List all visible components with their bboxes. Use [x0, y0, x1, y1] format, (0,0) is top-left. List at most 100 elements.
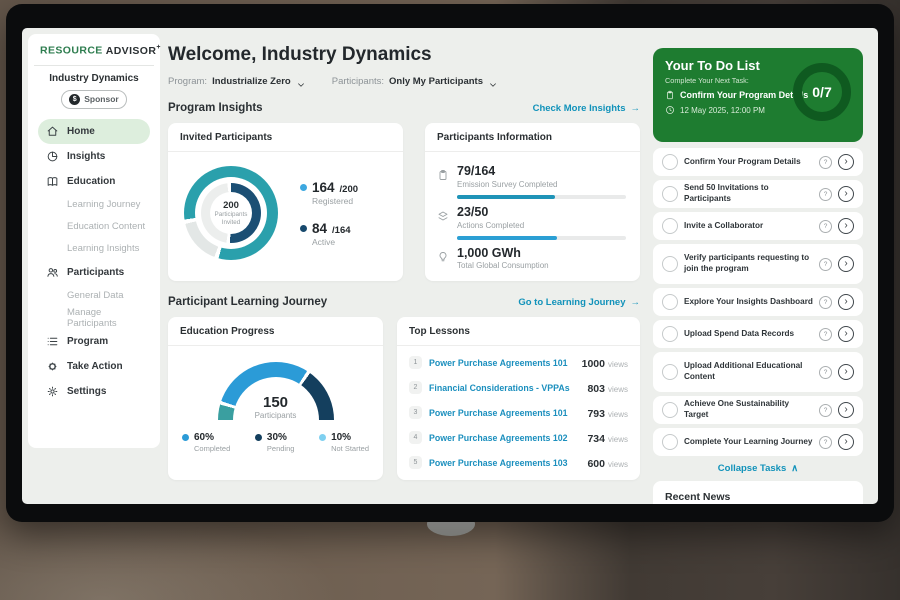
sidebar-item-insights[interactable]: Insights	[38, 144, 150, 169]
sponsor-label: Sponsor	[84, 94, 118, 104]
lesson-row: 1 Power Purchase Agreements 101 1000view…	[409, 350, 628, 375]
gear-icon	[46, 385, 59, 398]
link-label: Go to Learning Journey	[518, 297, 625, 308]
task-list: Confirm Your Program Details ? › Send 50…	[653, 148, 863, 456]
task-checkbox[interactable]	[662, 186, 678, 202]
program-label: Program:	[168, 76, 207, 87]
task-label: Send 50 Invitations to Participants	[684, 183, 813, 204]
sidebar-item-settings[interactable]: Settings	[38, 379, 150, 404]
check-more-insights-link[interactable]: Check More Insights →	[533, 103, 640, 114]
help-icon[interactable]: ?	[819, 404, 832, 417]
task-checkbox[interactable]	[662, 154, 678, 170]
help-icon[interactable]: ?	[819, 188, 832, 201]
lesson-rank: 1	[409, 356, 422, 369]
legend-item-registered: 164 /200 Registered	[300, 180, 358, 206]
chevron-right-icon[interactable]: ›	[838, 364, 854, 380]
task-checkbox[interactable]	[662, 294, 678, 310]
task-row[interactable]: Verify participants requesting to join t…	[653, 244, 863, 284]
task-checkbox[interactable]	[662, 256, 678, 272]
task-label: Achieve One Sustainability Target	[684, 399, 813, 420]
chevron-right-icon[interactable]: ›	[838, 256, 854, 272]
legend-item-pending: 30% Pending	[255, 432, 295, 453]
legend-label: Active	[312, 237, 358, 247]
sidebar-item-manage-participants[interactable]: Manage Participants	[38, 307, 150, 329]
sidebar-item-home[interactable]: Home	[38, 119, 150, 144]
task-checkbox[interactable]	[662, 402, 678, 418]
chevron-right-icon[interactable]: ›	[838, 434, 854, 450]
lightbulb-icon	[437, 250, 449, 262]
task-row[interactable]: Explore Your Insights Dashboard ? ›	[653, 288, 863, 316]
help-icon[interactable]: ?	[819, 366, 832, 379]
help-icon[interactable]: ?	[819, 156, 832, 169]
layers-icon	[437, 209, 449, 221]
task-checkbox[interactable]	[662, 326, 678, 342]
lesson-views: 600	[587, 458, 605, 470]
sidebar: RESOURCEADVISOR+ Industry Dynamics $ Spo…	[28, 34, 160, 448]
legend-label: Not Started	[331, 444, 369, 453]
lesson-link[interactable]: Power Purchase Agreements 101	[429, 358, 575, 368]
sidebar-item-label: Program	[67, 336, 108, 347]
task-label: Confirm Your Program Details	[684, 157, 813, 168]
lesson-link[interactable]: Financial Considerations - VPPAs	[429, 383, 580, 393]
participants-label: Participants:	[332, 76, 384, 87]
sidebar-item-label: Participants	[67, 267, 124, 278]
lesson-link[interactable]: Power Purchase Agreements 102	[429, 433, 580, 443]
chevron-right-icon[interactable]: ›	[838, 326, 854, 342]
task-checkbox[interactable]	[662, 434, 678, 450]
chevron-right-icon[interactable]: ›	[838, 402, 854, 418]
task-label: Invite a Collaborator	[684, 221, 813, 232]
task-checkbox[interactable]	[662, 364, 678, 380]
sidebar-item-education-content[interactable]: Education Content	[38, 216, 150, 238]
survey-progress-bar	[457, 195, 626, 199]
brand-logo: RESOURCEADVISOR+	[38, 44, 150, 57]
lesson-views-suffix: views	[608, 360, 628, 369]
chevron-right-icon[interactable]: ›	[838, 294, 854, 310]
card-title: Participants Information	[425, 123, 640, 152]
task-row[interactable]: Upload Spend Data Records ? ›	[653, 320, 863, 348]
lesson-rank: 5	[409, 456, 422, 469]
task-row[interactable]: Upload Additional Educational Content ? …	[653, 352, 863, 392]
participants-dropdown[interactable]: Participants: Only My Participants	[332, 76, 498, 87]
gauge-legend: 60% Completed 30% Pending	[168, 420, 383, 453]
task-row[interactable]: Confirm Your Program Details ? ›	[653, 148, 863, 176]
lesson-views-suffix: views	[608, 385, 628, 394]
lesson-link[interactable]: Power Purchase Agreements 103	[429, 458, 580, 468]
todo-panel: Your To Do List Complete Your Next Task:…	[653, 48, 863, 142]
actions-progress-bar	[457, 236, 626, 240]
program-dropdown[interactable]: Program: Industrialize Zero	[168, 76, 306, 87]
list-icon	[46, 335, 59, 348]
legend-item-active: 84 /164 Active	[300, 221, 358, 247]
chevron-right-icon[interactable]: ›	[838, 186, 854, 202]
task-label: Verify participants requesting to join t…	[684, 253, 813, 274]
task-row[interactable]: Achieve One Sustainability Target ? ›	[653, 396, 863, 424]
page-title: Welcome, Industry Dynamics	[168, 44, 640, 66]
todo-progress-ring: 0/7	[793, 63, 851, 121]
task-row[interactable]: Complete Your Learning Journey ? ›	[653, 428, 863, 456]
help-icon[interactable]: ?	[819, 436, 832, 449]
lesson-link[interactable]: Power Purchase Agreements 101	[429, 408, 580, 418]
go-to-learning-journey-link[interactable]: Go to Learning Journey →	[518, 297, 640, 308]
sidebar-item-general-data[interactable]: General Data	[38, 285, 150, 307]
chevron-right-icon[interactable]: ›	[838, 218, 854, 234]
sidebar-item-program[interactable]: Program	[38, 329, 150, 354]
help-icon[interactable]: ?	[819, 258, 832, 271]
collapse-tasks-link[interactable]: Collapse Tasks ∧	[653, 463, 863, 474]
sidebar-item-education[interactable]: Education	[38, 169, 150, 194]
legend-label: Pending	[267, 444, 295, 453]
task-checkbox[interactable]	[662, 218, 678, 234]
sidebar-item-take-action[interactable]: Take Action	[38, 354, 150, 379]
help-icon[interactable]: ?	[819, 328, 832, 341]
legend-item-not-started: 10% Not Started	[319, 432, 369, 453]
sidebar-item-learning-journey[interactable]: Learning Journey	[38, 194, 150, 216]
task-row[interactable]: Invite a Collaborator ? ›	[653, 212, 863, 240]
help-icon[interactable]: ?	[819, 220, 832, 233]
sidebar-item-learning-insights[interactable]: Learning Insights	[38, 238, 150, 260]
help-icon[interactable]: ?	[819, 296, 832, 309]
sidebar-item-participants[interactable]: Participants	[38, 260, 150, 285]
todo-due-label: 12 May 2025, 12:00 PM	[680, 106, 765, 115]
participants-information-card: Participants Information 79/164 Emission…	[425, 123, 640, 281]
info-value: 79/164	[457, 165, 557, 179]
chevron-right-icon[interactable]: ›	[838, 154, 854, 170]
task-row[interactable]: Send 50 Invitations to Participants ? ›	[653, 180, 863, 208]
sponsor-badge[interactable]: $ Sponsor	[61, 90, 127, 109]
